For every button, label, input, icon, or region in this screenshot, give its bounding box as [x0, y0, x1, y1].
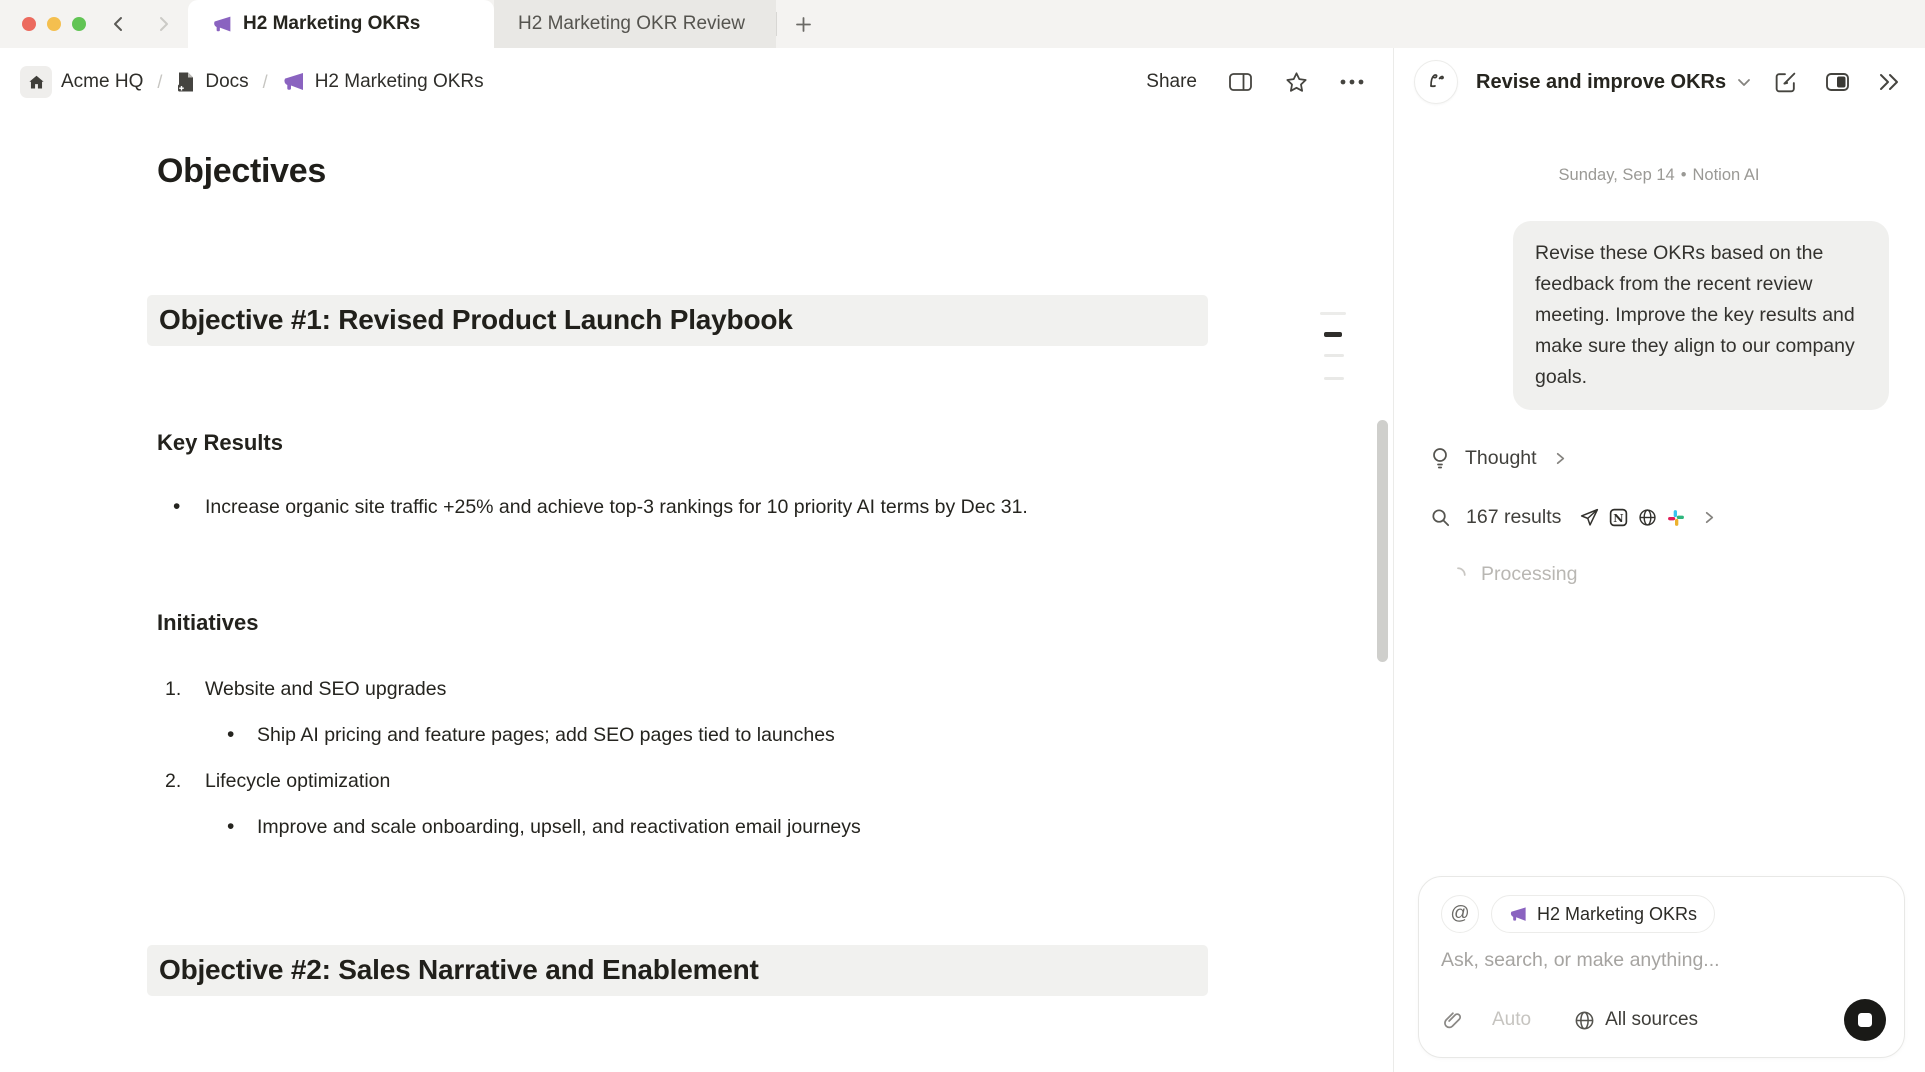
breadcrumb-label: Docs: [205, 71, 248, 93]
key-results-heading[interactable]: Key Results: [157, 430, 1220, 456]
auto-mode-label[interactable]: Auto: [1492, 1009, 1531, 1031]
home-icon: [20, 66, 52, 98]
send-paper-plane-icon: [1579, 507, 1600, 528]
back-icon[interactable]: [110, 15, 128, 33]
initiative-title[interactable]: Website and SEO upgrades: [205, 670, 446, 708]
ai-thread-title-dropdown[interactable]: Revise and improve OKRs: [1476, 71, 1752, 94]
breadcrumb-separator: /: [261, 72, 270, 93]
list-item[interactable]: 1. Website and SEO upgrades Ship AI pric…: [157, 670, 1220, 754]
document-canvas: Objectives Objective #1: Revised Product…: [0, 116, 1393, 1072]
page-title[interactable]: Objectives: [157, 152, 1220, 191]
list-marker: 1.: [157, 670, 205, 708]
chip-label: H2 Marketing OKRs: [1537, 904, 1697, 925]
thought-label: Thought: [1465, 447, 1537, 470]
search-results-row[interactable]: 167 results N: [1429, 506, 1889, 529]
key-results-list: Increase organic site traffic +25% and a…: [157, 488, 1220, 526]
objective-1-heading[interactable]: Objective #1: Revised Product Launch Pla…: [147, 295, 1208, 346]
list-marker: 2.: [157, 762, 205, 800]
tab-label: H2 Marketing OKR Review: [518, 13, 745, 35]
notion-ai-face-icon: [1414, 60, 1458, 104]
window-controls: [0, 0, 104, 48]
slack-logo-icon: [1666, 508, 1686, 528]
more-options-icon[interactable]: [1339, 78, 1365, 86]
ai-composer[interactable]: @ H2 Marketing OKRs Auto: [1418, 876, 1905, 1058]
list-item[interactable]: Improve and scale onboarding, upsell, an…: [157, 808, 1220, 846]
initiatives-heading[interactable]: Initiatives: [157, 610, 1220, 636]
globe-icon: [1637, 507, 1658, 528]
breadcrumb: Acme HQ / Docs / H2 Marketing OKRs: [20, 66, 484, 98]
results-count-label: 167 results: [1466, 506, 1561, 529]
breadcrumb-item-acme-hq[interactable]: Acme HQ: [20, 66, 143, 98]
ai-thread-title: Revise and improve OKRs: [1476, 71, 1726, 94]
breadcrumb-separator: /: [155, 72, 164, 93]
objective-2-heading[interactable]: Objective #2: Sales Narrative and Enable…: [147, 945, 1208, 996]
outline-dash[interactable]: [1324, 377, 1344, 380]
mention-button[interactable]: @: [1441, 895, 1479, 933]
megaphone-icon: [1509, 905, 1528, 924]
tab-h2-marketing-okr-review[interactable]: H2 Marketing OKR Review: [494, 0, 776, 48]
message-timestamp: Sunday, Sep 14•Notion AI: [1429, 166, 1889, 185]
ai-panel: Revise and improve OKRs Sunday, Sep 14•N…: [1393, 48, 1925, 1072]
tab-h2-marketing-okrs[interactable]: H2 Marketing OKRs: [188, 0, 494, 48]
new-tab-button[interactable]: [777, 0, 829, 48]
chevron-down-icon: [1736, 74, 1752, 90]
stop-square-icon: [1858, 1013, 1872, 1027]
scrollbar-thumb[interactable]: [1377, 420, 1388, 662]
zoom-window-button[interactable]: [72, 17, 86, 31]
search-icon: [1429, 506, 1452, 529]
breadcrumb-item-h2-marketing-okrs[interactable]: H2 Marketing OKRs: [282, 70, 484, 94]
initiative-title[interactable]: Lifecycle optimization: [205, 762, 390, 800]
new-chat-compose-icon[interactable]: [1773, 70, 1798, 95]
chevron-right-icon: [1553, 451, 1568, 466]
thought-row[interactable]: Thought: [1429, 446, 1889, 470]
lightbulb-icon: [1429, 446, 1451, 470]
svg-text:N: N: [1614, 511, 1624, 525]
all-sources-selector[interactable]: All sources: [1573, 1009, 1698, 1032]
globe-icon: [1573, 1009, 1596, 1032]
stop-generation-button[interactable]: [1844, 999, 1886, 1041]
tab-strip: H2 Marketing OKRs H2 Marketing OKR Revie…: [0, 0, 1925, 48]
ai-panel-layout-icon[interactable]: [1824, 70, 1851, 94]
breadcrumb-label: H2 Marketing OKRs: [315, 71, 484, 93]
megaphone-icon: [212, 14, 233, 35]
megaphone-icon: [282, 70, 306, 94]
spinner-icon: [1449, 566, 1467, 584]
ai-panel-header: Revise and improve OKRs: [1394, 48, 1925, 116]
breadcrumb-label: Acme HQ: [61, 71, 143, 93]
list-item[interactable]: Ship AI pricing and feature pages; add S…: [157, 716, 1220, 754]
ai-prompt-input[interactable]: [1441, 949, 1882, 972]
outline-dash[interactable]: [1320, 312, 1346, 315]
ai-conversation: Sunday, Sep 14•Notion AI Revise these OK…: [1394, 166, 1925, 586]
outline-dash-active[interactable]: [1324, 332, 1342, 337]
notion-logo-icon: N: [1608, 507, 1629, 528]
doc-header: Acme HQ / Docs / H2 Marketing OKRs Share: [0, 48, 1393, 116]
close-window-button[interactable]: [22, 17, 36, 31]
outline-dash[interactable]: [1324, 354, 1344, 357]
processing-label: Processing: [1481, 563, 1577, 586]
attachment-paperclip-icon[interactable]: [1441, 1009, 1464, 1032]
sources-label: All sources: [1605, 1009, 1698, 1031]
chevron-right-icon: [1702, 510, 1717, 525]
user-message-bubble: Revise these OKRs based on the feedback …: [1513, 221, 1889, 410]
context-chip-h2-marketing-okrs[interactable]: H2 Marketing OKRs: [1491, 895, 1715, 933]
minimize-window-button[interactable]: [47, 17, 61, 31]
document-icon: [176, 71, 196, 93]
initiatives-list: 1. Website and SEO upgrades Ship AI pric…: [157, 670, 1220, 846]
favorite-star-icon[interactable]: [1284, 70, 1309, 95]
source-icons: N: [1579, 507, 1686, 528]
tab-label: H2 Marketing OKRs: [243, 13, 420, 35]
list-item[interactable]: 2. Lifecycle optimization Improve and sc…: [157, 762, 1220, 846]
list-item[interactable]: Increase organic site traffic +25% and a…: [157, 488, 1157, 526]
side-peek-icon[interactable]: [1227, 70, 1254, 94]
collapse-panel-chevrons-icon[interactable]: [1877, 72, 1903, 92]
share-button[interactable]: Share: [1146, 71, 1197, 93]
forward-icon[interactable]: [154, 15, 172, 33]
processing-row: Processing: [1449, 563, 1889, 586]
breadcrumb-item-docs[interactable]: Docs: [176, 71, 248, 93]
notion-window: H2 Marketing OKRs H2 Marketing OKR Revie…: [0, 0, 1925, 1072]
